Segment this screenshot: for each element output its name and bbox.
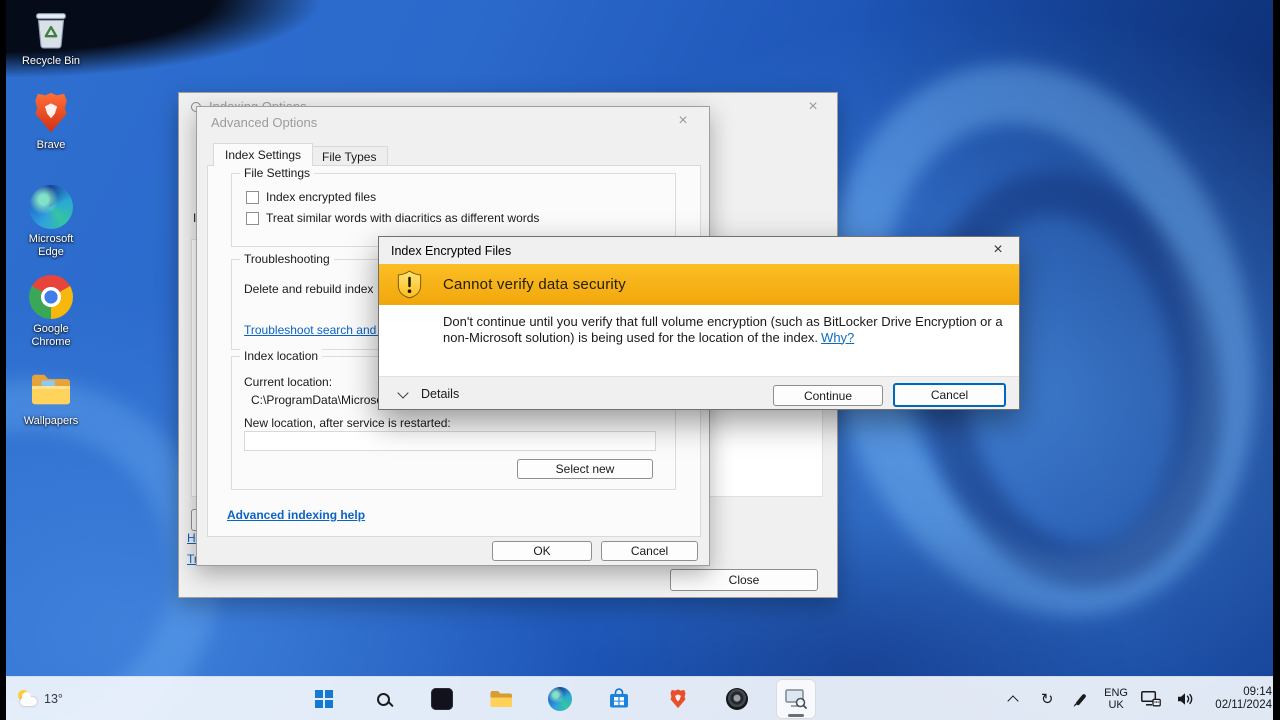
brave-icon: [670, 689, 686, 709]
file-explorer-icon: [490, 691, 512, 707]
brave-icon: [28, 90, 74, 136]
cancel-button[interactable]: Cancel: [601, 541, 698, 561]
diacritics-row: Treat similar words with diacritics as d…: [246, 211, 539, 225]
taskbar-center: [304, 679, 816, 719]
desktop-icon-label: Brave: [36, 139, 66, 151]
recycle-bin-icon: [28, 6, 74, 52]
ok-button[interactable]: OK: [492, 541, 592, 561]
close-icon[interactable]: ×: [671, 111, 695, 131]
round-dark-app-icon: [726, 688, 748, 710]
warning-message: Don't continue until you verify that ful…: [443, 314, 1003, 345]
chrome-icon: [28, 274, 74, 320]
checkbox-label: Treat similar words with diacritics as d…: [266, 211, 540, 225]
desktop-icon-brave[interactable]: Brave: [9, 90, 93, 152]
warning-shield-icon: [396, 270, 423, 299]
sync-tray-button[interactable]: ↻: [1036, 681, 1058, 717]
dialog-titlebar: Index Encrypted Files: [379, 237, 1019, 264]
current-location-path: C:\ProgramData\Microsoft: [251, 393, 390, 407]
group-label: File Settings: [240, 166, 315, 180]
desktop-icon-google-chrome[interactable]: Google Chrome: [9, 274, 93, 349]
new-location-input[interactable]: [244, 431, 656, 451]
brave-button[interactable]: [658, 679, 698, 719]
language-line2: UK: [1108, 699, 1124, 711]
language-indicator[interactable]: ENG UK: [1104, 681, 1128, 717]
tray-overflow-button[interactable]: [1002, 681, 1024, 717]
weather-temp: 13°: [44, 692, 63, 706]
desktop-icon-label: Microsoft Edge: [28, 233, 74, 258]
cancel-button[interactable]: Cancel: [893, 383, 1006, 407]
banner-text: Cannot verify data security: [443, 276, 626, 293]
taskbar-clock[interactable]: 09:14 02/11/2024: [1208, 686, 1272, 712]
diacritics-checkbox[interactable]: [246, 211, 259, 225]
clock-time: 09:14: [1243, 686, 1272, 698]
new-location-label: New location, after service is restarted…: [244, 416, 451, 430]
advanced-indexing-help-link[interactable]: Advanced indexing help: [227, 508, 365, 522]
dialog-title: Index Encrypted Files: [391, 243, 512, 258]
desktop-icon-microsoft-edge[interactable]: Microsoft Edge: [9, 184, 93, 259]
letterbox-bar: [1273, 0, 1280, 720]
dialog-title: Advanced Options: [211, 115, 318, 130]
search-icon: [376, 692, 390, 706]
windows-logo-icon: [315, 690, 333, 708]
weather-widget[interactable]: 13°: [10, 682, 69, 716]
clock-date: 02/11/2024: [1215, 699, 1272, 711]
close-icon[interactable]: ×: [985, 240, 1011, 260]
index-encrypted-files-dialog: Index Encrypted Files × Cannot verify da…: [378, 236, 1020, 410]
indexing-app-icon: [785, 689, 807, 709]
desktop-icon-recycle-bin[interactable]: Recycle Bin: [9, 6, 93, 68]
group-label: Troubleshooting: [240, 252, 334, 266]
desktop-icon-label: Wallpapers: [23, 415, 79, 427]
chevron-down-icon[interactable]: [397, 387, 409, 399]
search-button[interactable]: [363, 679, 403, 719]
task-view-button[interactable]: [422, 679, 462, 719]
index-encrypted-files-checkbox[interactable]: [246, 190, 259, 204]
close-icon[interactable]: ×: [801, 97, 825, 117]
taskbar-tray: ↻ ENG UK 09:14 02/11/2024: [1002, 677, 1272, 720]
indexing-options-taskbar-button[interactable]: [776, 679, 816, 719]
network-button[interactable]: [1140, 681, 1162, 717]
continue-button[interactable]: Continue: [773, 385, 883, 406]
edge-button[interactable]: [540, 679, 580, 719]
desktop-icon-label: Recycle Bin: [21, 55, 81, 67]
group-label: Index location: [240, 349, 323, 363]
current-location-label: Current location:: [244, 375, 333, 389]
running-indicator: [788, 714, 804, 717]
warning-footer: Details Continue Cancel: [379, 376, 1019, 409]
select-new-button[interactable]: Select new: [517, 459, 653, 479]
tab-file-types[interactable]: File Types: [310, 146, 389, 166]
start-button[interactable]: [304, 679, 344, 719]
index-encrypted-files-row: Index encrypted files: [246, 190, 376, 204]
details-expander[interactable]: Details: [421, 387, 459, 401]
microsoft-store-icon: [610, 688, 628, 708]
warning-banner: Cannot verify data security: [379, 264, 1019, 305]
chevron-up-icon: [1007, 694, 1019, 707]
pen-tray-button[interactable]: [1070, 681, 1092, 717]
language-line1: ENG: [1104, 687, 1128, 699]
edge-icon: [28, 184, 74, 230]
tab-index-settings[interactable]: Index Settings: [213, 143, 314, 166]
pen-icon: [1075, 692, 1087, 706]
edge-icon: [548, 687, 572, 711]
volume-icon: [1177, 693, 1192, 705]
warning-body: Don't continue until you verify that ful…: [379, 305, 1019, 376]
desktop-screen: Recycle Bin Brave Microsoft Edge Google …: [0, 0, 1280, 720]
sync-icon: ↻: [1040, 690, 1054, 708]
volume-button[interactable]: [1174, 681, 1196, 717]
close-button[interactable]: Close: [670, 569, 818, 591]
dark-square-app-icon: [431, 688, 453, 710]
taskbar: 13° ↻ ENG UK 09:14 02/11/2024: [0, 676, 1280, 720]
weather-icon: [16, 689, 38, 709]
microsoft-store-button[interactable]: [599, 679, 639, 719]
file-explorer-button[interactable]: [481, 679, 521, 719]
media-app-button[interactable]: [717, 679, 757, 719]
delete-rebuild-text: Delete and rebuild index: [244, 282, 374, 296]
desktop-icon-label: Google Chrome: [31, 323, 71, 348]
folder-icon: [28, 366, 74, 412]
checkbox-label: Index encrypted files: [266, 190, 377, 204]
why-link[interactable]: Why?: [821, 330, 854, 345]
network-icon: [1141, 691, 1161, 707]
letterbox-bar: [0, 0, 6, 720]
desktop-icon-wallpapers-folder[interactable]: Wallpapers: [9, 366, 93, 428]
